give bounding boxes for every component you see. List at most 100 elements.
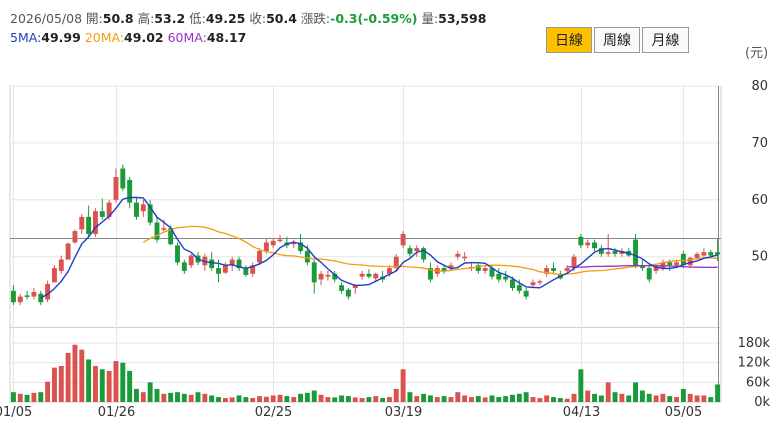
candle-body bbox=[646, 268, 652, 280]
candle-body bbox=[605, 252, 611, 254]
candle-body bbox=[127, 179, 133, 203]
candle-body bbox=[304, 251, 310, 263]
volume-bar bbox=[79, 349, 85, 402]
candle-body bbox=[503, 276, 509, 280]
candle-body bbox=[113, 177, 119, 200]
candle-body bbox=[216, 268, 221, 274]
volume-bar bbox=[99, 369, 105, 402]
candle-body bbox=[134, 202, 139, 217]
candle-body bbox=[708, 252, 714, 256]
volume-bar bbox=[65, 352, 71, 402]
volume-bar bbox=[10, 392, 16, 402]
volume-bar bbox=[366, 397, 372, 402]
volume-bar bbox=[72, 344, 78, 402]
volume-bar bbox=[646, 393, 652, 402]
volume-bar bbox=[284, 396, 290, 402]
volume-tick-label: 120k bbox=[738, 356, 771, 371]
volume-bar bbox=[195, 392, 201, 402]
price-tick-label: 80 bbox=[751, 79, 768, 94]
volume-bar bbox=[578, 369, 584, 402]
volume-bar bbox=[462, 395, 468, 402]
volume-bar bbox=[605, 382, 611, 402]
volume-bar bbox=[653, 395, 659, 402]
volume-bar bbox=[441, 396, 447, 402]
volume-bar bbox=[708, 397, 714, 402]
volume-bar bbox=[140, 392, 146, 402]
candle-body bbox=[585, 242, 591, 246]
candle-body bbox=[31, 291, 37, 297]
volume-bar bbox=[45, 381, 51, 402]
volume-bar bbox=[270, 395, 276, 402]
volume-bar bbox=[701, 395, 707, 402]
volume-bar bbox=[134, 388, 139, 402]
volume-bar bbox=[298, 393, 304, 402]
volume-bar bbox=[373, 396, 379, 402]
candle-body bbox=[339, 285, 345, 291]
volume-bar bbox=[523, 392, 529, 402]
volume-bar bbox=[619, 393, 625, 402]
candle-body bbox=[161, 228, 167, 230]
candle-body bbox=[400, 233, 406, 246]
volume-bar bbox=[175, 392, 180, 402]
volume-bar bbox=[318, 394, 324, 402]
volume-bar bbox=[359, 398, 365, 402]
volume-bar bbox=[414, 396, 420, 402]
volume-bar bbox=[236, 395, 242, 402]
date-tick-label: 03/19 bbox=[385, 405, 422, 420]
candle-body bbox=[496, 273, 502, 280]
candle-body bbox=[612, 251, 618, 254]
candle-body bbox=[58, 259, 64, 271]
candle-body bbox=[414, 248, 420, 252]
candle-body bbox=[694, 253, 700, 258]
volume-bar bbox=[386, 397, 392, 402]
candle-body bbox=[578, 236, 584, 246]
volume-bar bbox=[715, 384, 721, 402]
volume-bar bbox=[585, 390, 591, 402]
volume-bar bbox=[557, 398, 563, 402]
volume-bar bbox=[154, 388, 160, 402]
volume-bar bbox=[332, 397, 338, 402]
volume-bar bbox=[516, 393, 522, 402]
candle-body bbox=[359, 273, 365, 277]
volume-bar bbox=[92, 366, 98, 402]
volume-bar bbox=[58, 366, 64, 402]
candle-body bbox=[462, 256, 468, 259]
volume-bar bbox=[455, 392, 461, 402]
volume-tick-label: 0k bbox=[754, 395, 770, 410]
volume-bar bbox=[510, 394, 515, 402]
volume-bar bbox=[127, 370, 133, 402]
volume-bar bbox=[222, 398, 228, 402]
volume-bar bbox=[571, 393, 577, 402]
volume-bar bbox=[530, 397, 536, 402]
volume-bar bbox=[209, 395, 215, 402]
candle-body bbox=[407, 248, 413, 254]
volume-bar bbox=[448, 397, 454, 402]
candle-body bbox=[243, 268, 249, 275]
candle-body bbox=[140, 204, 146, 212]
volume-bar bbox=[106, 370, 112, 402]
volume-bar bbox=[31, 392, 37, 402]
volume-bar bbox=[496, 397, 502, 402]
volume-bar bbox=[229, 397, 235, 402]
candle-body bbox=[17, 296, 23, 303]
volume-bar bbox=[257, 396, 262, 402]
volume-bar bbox=[339, 395, 345, 402]
volume-bar bbox=[120, 362, 126, 402]
candle-body bbox=[530, 282, 536, 286]
volume-bar bbox=[694, 395, 700, 402]
volume-bar bbox=[503, 396, 509, 402]
volume-bar bbox=[38, 392, 44, 402]
candle-body bbox=[257, 251, 262, 263]
volume-bar bbox=[250, 398, 256, 402]
candle-body bbox=[79, 216, 85, 230]
candle-body bbox=[24, 295, 30, 297]
volume-bar bbox=[202, 393, 208, 402]
volume-bar bbox=[400, 369, 406, 402]
volume-bar bbox=[51, 367, 57, 402]
volume-bar bbox=[660, 393, 666, 402]
volume-bar bbox=[687, 393, 693, 402]
candle-body bbox=[86, 216, 92, 234]
candle-body bbox=[674, 262, 680, 266]
volume-bar bbox=[263, 396, 269, 402]
candle-body bbox=[51, 268, 57, 283]
